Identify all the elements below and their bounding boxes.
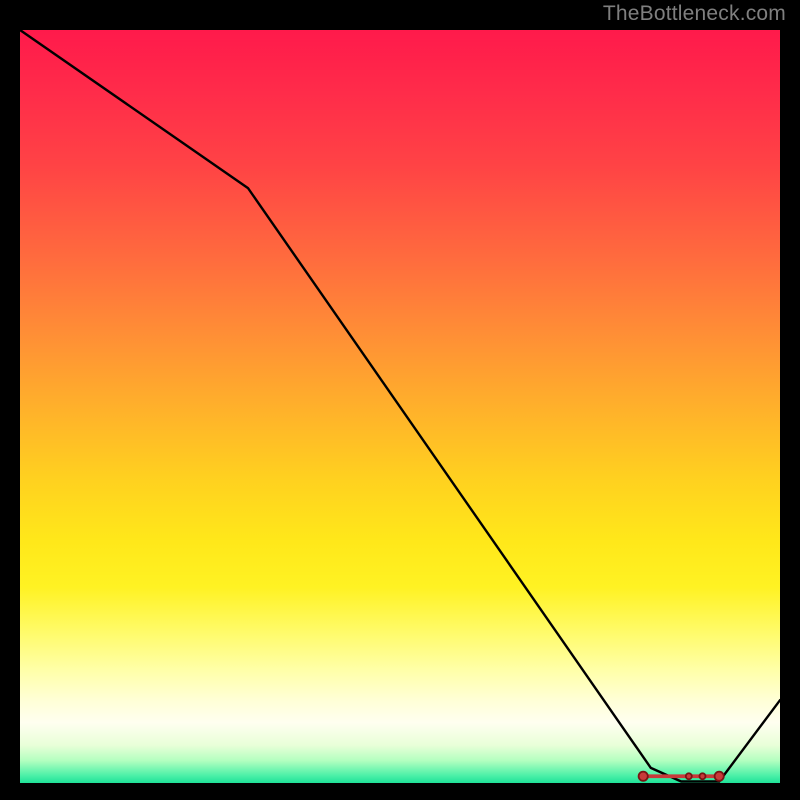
optimal-markers	[639, 772, 724, 781]
attribution-text: TheBottleneck.com	[603, 2, 786, 26]
chart-stage: TheBottleneck.com	[0, 0, 800, 800]
optimal-marker	[686, 773, 692, 779]
bottleneck-curve	[20, 30, 780, 782]
optimal-marker	[699, 773, 705, 779]
optimal-marker	[639, 772, 648, 781]
optimal-marker	[715, 772, 724, 781]
plot-overlay	[20, 30, 780, 783]
